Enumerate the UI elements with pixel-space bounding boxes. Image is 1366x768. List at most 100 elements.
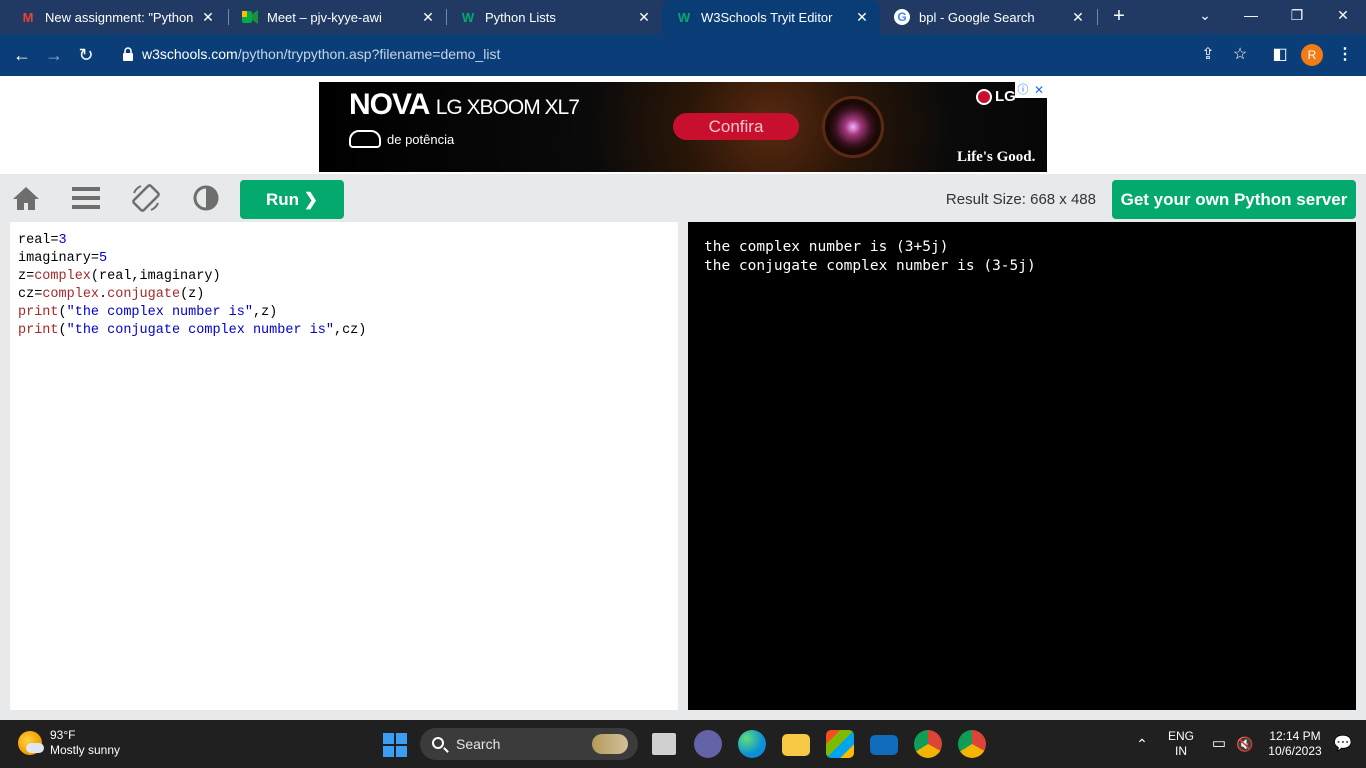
- ad-brand-logo: LG: [976, 88, 1016, 105]
- code-line: print("the conjugate complex number is",…: [18, 323, 367, 338]
- forward-button[interactable]: →: [42, 43, 66, 67]
- url-path: /python/trypython.asp?filename=demo_list: [237, 46, 501, 62]
- speaker-image: [822, 96, 884, 158]
- notifications-icon[interactable]: 💬: [1332, 720, 1354, 768]
- lg-logo-icon: [976, 88, 992, 105]
- get-python-server-button[interactable]: Get your own Python server: [1112, 180, 1356, 219]
- code-line: z=complex(real,imaginary): [18, 269, 221, 284]
- teams-chat-icon[interactable]: [694, 730, 722, 758]
- tray-chevron-icon[interactable]: ⌃: [1132, 720, 1152, 768]
- ad-area: NOVA LG XBOOM XL7 de potência Confira LG…: [0, 76, 1366, 174]
- output-line: the conjugate complex number is (3-5j): [704, 258, 1036, 274]
- task-view-icon[interactable]: [652, 733, 676, 755]
- output-line: the complex number is (3+5j): [704, 239, 949, 255]
- lang-top: ENG: [1167, 729, 1194, 743]
- browser-tab-strip: M New assignment: "Python fi ✕ Meet – pj…: [0, 0, 1366, 34]
- mail-icon[interactable]: [870, 735, 898, 755]
- ad-product: LG XBOOM XL7: [435, 96, 580, 119]
- ad-info-icon[interactable]: ⓘ: [1015, 82, 1031, 98]
- clock[interactable]: 12:14 PM 10/6/2023: [1262, 720, 1328, 768]
- code-line: print("the complex number is",z): [18, 305, 278, 320]
- code-line: cz=complex.conjugate(z): [18, 287, 205, 302]
- language-indicator[interactable]: ENG IN: [1163, 720, 1199, 768]
- share-icon[interactable]: ⇪: [1196, 43, 1220, 67]
- browser-toolbar: ← → ↻ w3schools.com/python/trypython.asp…: [0, 34, 1366, 76]
- close-window-button[interactable]: ✕: [1320, 0, 1366, 32]
- search-label: Search: [456, 736, 501, 752]
- clock-time: 12:14 PM: [1269, 729, 1321, 743]
- file-explorer-icon[interactable]: [782, 734, 810, 756]
- menu-icon[interactable]: ⋮: [1333, 43, 1357, 67]
- microsoft-store-icon[interactable]: [826, 730, 854, 758]
- weather-widget[interactable]: 93°F Mostly sunny: [18, 728, 120, 758]
- tab-meet[interactable]: Meet – pjv-kyye-awi ✕: [228, 0, 446, 34]
- chrome-icon[interactable]: [914, 730, 942, 758]
- tab-gmail[interactable]: M New assignment: "Python fi ✕: [6, 0, 226, 34]
- ad-cta-button[interactable]: Confira: [673, 113, 799, 140]
- windows-start-icon[interactable]: [383, 733, 407, 757]
- tab-python-lists[interactable]: W Python Lists ✕: [446, 0, 662, 34]
- weather-temperature: 93°F: [50, 728, 76, 742]
- tab-title: W3Schools Tryit Editor: [701, 9, 833, 25]
- theme-contrast-icon[interactable]: [191, 183, 221, 213]
- weather-sunny-icon: [18, 731, 44, 755]
- url-text: w3schools.com/python/trypython.asp?filen…: [142, 46, 500, 62]
- tab-tryit-editor[interactable]: W W3Schools Tryit Editor ✕: [662, 0, 880, 34]
- run-button[interactable]: Run ❯: [240, 180, 344, 219]
- tab-title: Python Lists: [485, 9, 556, 25]
- address-bar[interactable]: w3schools.com/python/trypython.asp?filen…: [108, 39, 1262, 71]
- tab-google-search[interactable]: G bpl - Google Search ✕: [880, 0, 1096, 34]
- work-area: real=3 imaginary=5 z=complex(real,imagin…: [0, 222, 1366, 720]
- search-icon: [432, 737, 444, 749]
- ad-headline: NOVA LG XBOOM XL7: [349, 88, 580, 121]
- meet-icon: [242, 9, 258, 25]
- clock-date: 10/6/2023: [1268, 744, 1322, 758]
- result-size-label: Result Size: 668 x 488: [945, 191, 1096, 208]
- ad-slogan: Life's Good.: [957, 149, 1036, 165]
- home-icon[interactable]: [11, 183, 41, 213]
- result-panel: the complex number is (3+5j) the conjuga…: [688, 222, 1356, 710]
- chrome-profile-icon[interactable]: [958, 730, 986, 758]
- gmail-icon: M: [22, 9, 34, 25]
- google-icon: G: [894, 9, 910, 25]
- tab-title: bpl - Google Search: [919, 9, 1035, 25]
- code-line: imaginary=5: [18, 251, 108, 266]
- taskbar-search[interactable]: Search: [420, 728, 638, 760]
- w3schools-icon: W: [677, 9, 691, 25]
- ad-banner[interactable]: NOVA LG XBOOM XL7 de potência Confira LG…: [319, 82, 1047, 172]
- code-editor[interactable]: real=3 imaginary=5 z=complex(real,imagin…: [10, 222, 678, 710]
- tryit-toolbar: Run ❯ Result Size: 668 x 488 Get your ow…: [0, 174, 1366, 222]
- bookmark-star-icon[interactable]: ☆: [1228, 43, 1252, 67]
- close-icon[interactable]: ✕: [850, 9, 874, 26]
- close-icon[interactable]: ✕: [632, 9, 656, 26]
- close-icon[interactable]: ✕: [196, 9, 220, 26]
- close-icon[interactable]: ✕: [1066, 9, 1090, 26]
- rotate-layout-icon[interactable]: [131, 183, 161, 213]
- tab-title: New assignment: "Python fi: [45, 9, 196, 25]
- back-button[interactable]: ←: [10, 43, 34, 67]
- weather-condition: Mostly sunny: [50, 743, 121, 757]
- lang-bottom: IN: [1175, 744, 1187, 758]
- windows-taskbar: 93°F Mostly sunny Search ⌃ ENG IN ▭ 🔇 12…: [0, 720, 1366, 768]
- restore-button[interactable]: ❐: [1274, 0, 1320, 32]
- tab-search-button[interactable]: ⌄: [1182, 0, 1228, 32]
- minimize-button[interactable]: —: [1228, 0, 1274, 32]
- ad-subline: de potência: [349, 130, 454, 148]
- new-tab-button[interactable]: +: [1106, 5, 1132, 29]
- close-icon[interactable]: ✕: [416, 9, 440, 26]
- lock-icon: [123, 47, 133, 61]
- side-panel-icon[interactable]: ◧: [1268, 43, 1292, 67]
- w3schools-icon: W: [461, 9, 475, 25]
- network-icon[interactable]: ▭: [1208, 720, 1230, 768]
- tab-title: Meet – pjv-kyye-awi: [267, 9, 382, 25]
- reload-button[interactable]: ↻: [74, 43, 98, 67]
- menu-hamburger-icon[interactable]: [71, 183, 101, 213]
- code-line: real=3: [18, 233, 67, 248]
- search-highlight-icon: [592, 734, 628, 754]
- car-icon: [349, 130, 381, 148]
- edge-icon[interactable]: [738, 730, 766, 758]
- url-host: w3schools.com: [142, 46, 238, 62]
- profile-avatar[interactable]: R: [1301, 44, 1323, 66]
- volume-muted-icon[interactable]: 🔇: [1234, 720, 1256, 768]
- ad-close-icon[interactable]: ✕: [1031, 82, 1047, 98]
